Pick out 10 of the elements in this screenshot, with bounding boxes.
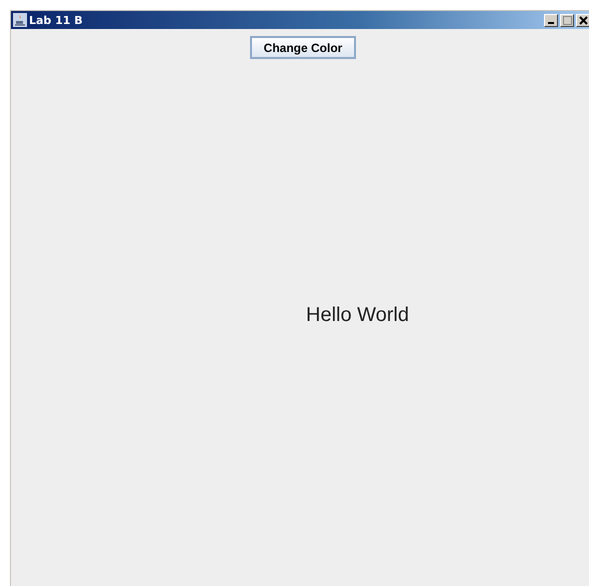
change-color-button[interactable]: Change Color bbox=[250, 36, 356, 59]
cup-icon bbox=[13, 13, 27, 27]
close-button[interactable] bbox=[576, 14, 589, 26]
minimize-icon bbox=[548, 22, 554, 24]
maximize-button[interactable] bbox=[560, 14, 574, 26]
window-title: Lab 11 B bbox=[29, 14, 83, 26]
maximize-icon bbox=[562, 16, 572, 24]
canvas-text: Hello World bbox=[306, 304, 409, 327]
minimize-button[interactable] bbox=[544, 14, 558, 26]
close-icon bbox=[578, 16, 588, 24]
